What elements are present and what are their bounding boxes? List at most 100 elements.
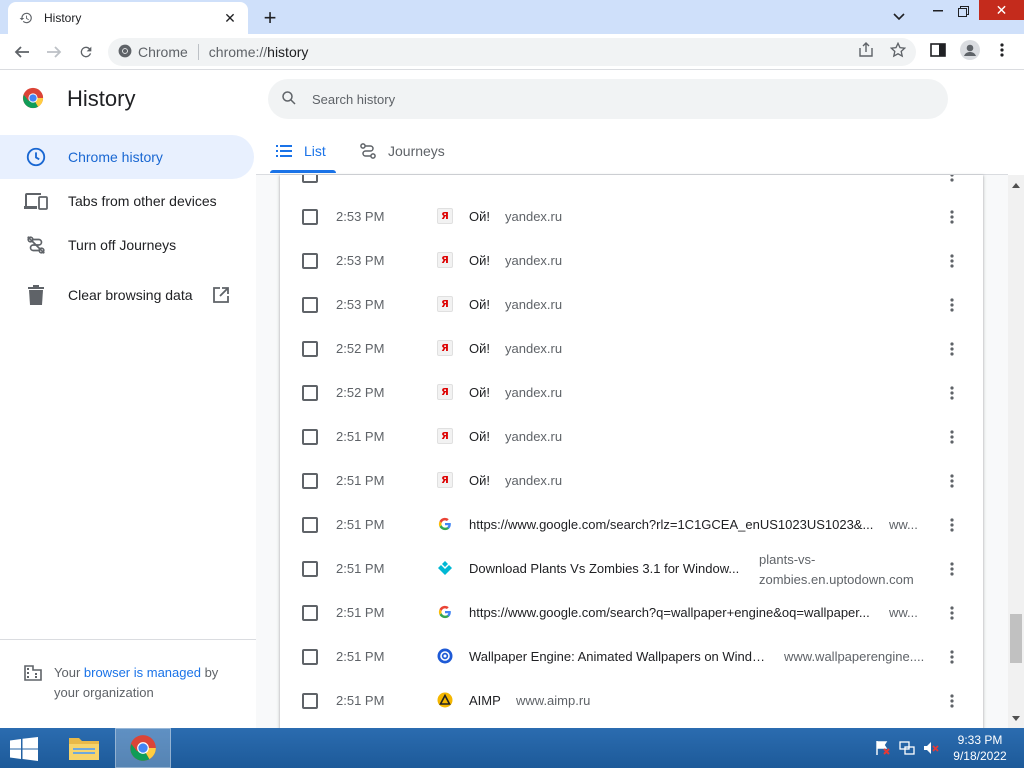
row-checkbox[interactable]	[302, 517, 318, 533]
page-domain: www.wallpaperengine....	[784, 649, 925, 664]
history-row[interactable]: 2:53 PM Я Ой! yandex.ru	[280, 239, 983, 283]
network-icon[interactable]	[898, 740, 916, 756]
volume-muted-icon[interactable]	[922, 740, 940, 756]
row-checkbox[interactable]	[302, 175, 318, 183]
page-title-link[interactable]: Ой!	[469, 429, 509, 444]
page-title-link[interactable]: Ой!	[469, 209, 509, 224]
history-row[interactable]: 2:51 PM https://www.google.com/search?rlz…	[280, 503, 983, 547]
page-title-link[interactable]: Ой!	[469, 297, 509, 312]
history-row[interactable]: 2:51 PM https://www.google.com/search?q=w…	[280, 591, 983, 635]
history-icon	[18, 10, 34, 26]
more-actions-icon[interactable]	[942, 337, 962, 361]
side-panel-icon[interactable]	[928, 40, 948, 60]
more-actions-icon[interactable]	[942, 513, 962, 537]
page-title-link[interactable]: Download Plants Vs Zombies 3.1 for Windo…	[469, 561, 741, 576]
more-actions-icon[interactable]	[942, 645, 962, 669]
share-icon[interactable]	[856, 40, 876, 60]
history-row[interactable]: 2:51 PM Я Ой! yandex.ru	[280, 459, 983, 503]
back-button[interactable]	[10, 40, 34, 64]
profile-avatar-icon[interactable]	[960, 40, 980, 60]
forward-button[interactable]	[42, 40, 66, 64]
sidebar-item-chrome-history[interactable]: Chrome history	[0, 135, 254, 179]
managed-link[interactable]: browser is managed	[84, 665, 201, 680]
search-input[interactable]	[312, 91, 912, 107]
history-row[interactable]: 2:52 PM Я Ой! yandex.ru	[280, 371, 983, 415]
sidebar-item-clear-browsing-data[interactable]: Clear browsing data	[0, 273, 254, 317]
row-checkbox[interactable]	[302, 385, 318, 401]
history-row[interactable]: 2:51 PM AIMP www.aimp.ru	[280, 679, 983, 723]
taskbar-clock[interactable]: 9:33 PM 9/18/2022	[940, 732, 1020, 764]
history-row[interactable]: 2:52 PM Я Ой! yandex.ru	[280, 327, 983, 371]
browser-tab-history[interactable]: History ✕	[8, 2, 248, 34]
reload-button[interactable]	[74, 40, 98, 64]
history-row[interactable]: 2:51 PM Wallpaper Engine: Animated Wallpa…	[280, 635, 983, 679]
tab-journeys[interactable]: Journeys	[358, 130, 445, 172]
search-history-field[interactable]	[268, 79, 948, 119]
row-checkbox[interactable]	[302, 297, 318, 313]
history-row-partial	[280, 175, 983, 197]
row-checkbox[interactable]	[302, 649, 318, 665]
window-close-button[interactable]: ✕	[979, 0, 1024, 20]
clock-icon	[24, 145, 48, 169]
more-actions-icon[interactable]	[942, 425, 962, 449]
page-title-link[interactable]: Ой!	[469, 253, 509, 268]
history-row[interactable]: 2:51 PM Я Ой! yandex.ru	[280, 415, 983, 459]
yandex-favicon-icon: Я	[437, 296, 453, 312]
page-title-link[interactable]: AIMP	[469, 693, 509, 708]
chrome-taskbar-button[interactable]	[115, 728, 171, 768]
row-checkbox[interactable]	[302, 473, 318, 489]
action-center-flag-icon[interactable]	[874, 740, 892, 756]
row-checkbox[interactable]	[302, 209, 318, 225]
row-checkbox[interactable]	[302, 341, 318, 357]
more-actions-icon[interactable]	[942, 557, 962, 581]
tab-label: List	[304, 143, 326, 159]
more-actions-icon[interactable]	[942, 293, 962, 317]
more-actions-icon[interactable]	[942, 601, 962, 625]
windows-start-icon[interactable]	[10, 737, 38, 761]
scrollbar-thumb[interactable]	[1010, 614, 1022, 663]
page-title-link[interactable]: Ой!	[469, 385, 509, 400]
row-checkbox[interactable]	[302, 561, 318, 577]
sidebar-item-turn-off-journeys[interactable]: Turn off Journeys	[0, 223, 254, 267]
row-checkbox[interactable]	[302, 253, 318, 269]
sidebar-item-tabs-other-devices[interactable]: Tabs from other devices	[0, 179, 254, 223]
more-actions-icon[interactable]	[942, 175, 962, 187]
page-title-link[interactable]: https://www.google.com/search?q=wallpape…	[469, 605, 877, 620]
more-actions-icon[interactable]	[942, 689, 962, 713]
tab-search-chevron-icon[interactable]	[888, 6, 910, 28]
more-actions-icon[interactable]	[942, 205, 962, 229]
file-explorer-taskbar-button[interactable]	[56, 728, 112, 768]
new-tab-button[interactable]: +	[258, 5, 282, 30]
menu-kebab-icon[interactable]	[992, 40, 1012, 60]
more-actions-icon[interactable]	[942, 249, 962, 273]
bookmark-star-icon[interactable]	[888, 40, 908, 60]
open-in-new-icon	[212, 287, 229, 303]
more-actions-icon[interactable]	[942, 381, 962, 405]
tab-list[interactable]: List	[274, 130, 326, 172]
managed-notice: Your browser is managed by your organiza…	[24, 663, 244, 703]
history-card: 2:53 PM Я Ой! yandex.ru 2:53 PM Я Ой! yandex.ru…	[280, 175, 983, 728]
history-row[interactable]: 2:53 PM Я Ой! yandex.ru	[280, 195, 983, 239]
close-tab-icon[interactable]: ✕	[222, 10, 238, 26]
browser-toolbar: Chrome chrome://history	[0, 34, 1024, 70]
row-checkbox[interactable]	[302, 429, 318, 445]
page-scrollbar[interactable]	[1008, 175, 1024, 728]
history-row[interactable]: 2:51 PM Download Plants Vs Zombies 3.1 fo…	[280, 547, 983, 591]
row-checkbox[interactable]	[302, 693, 318, 709]
history-row[interactable]: 2:53 PM Я Ой! yandex.ru	[280, 283, 983, 327]
scroll-up-arrow-icon[interactable]	[1008, 177, 1024, 193]
url-path: history	[267, 44, 309, 60]
row-checkbox[interactable]	[302, 605, 318, 621]
more-actions-icon[interactable]	[942, 469, 962, 493]
address-bar[interactable]: Chrome chrome://history	[108, 38, 916, 66]
restore-button[interactable]	[951, 0, 975, 22]
page-title: History	[67, 86, 136, 111]
page-title-link[interactable]: Ой!	[469, 341, 509, 356]
page-title-link[interactable]: Wallpaper Engine: Animated Wallpapers on…	[469, 649, 769, 664]
visit-time: 2:51 PM	[336, 473, 385, 488]
minimize-button[interactable]	[925, 0, 951, 22]
page-title-link[interactable]: Ой!	[469, 473, 509, 488]
scroll-down-arrow-icon[interactable]	[1008, 710, 1024, 726]
page-title-link[interactable]: https://www.google.com/search?rlz=1C1GCE…	[469, 517, 877, 532]
visit-time: 2:53 PM	[336, 297, 385, 312]
